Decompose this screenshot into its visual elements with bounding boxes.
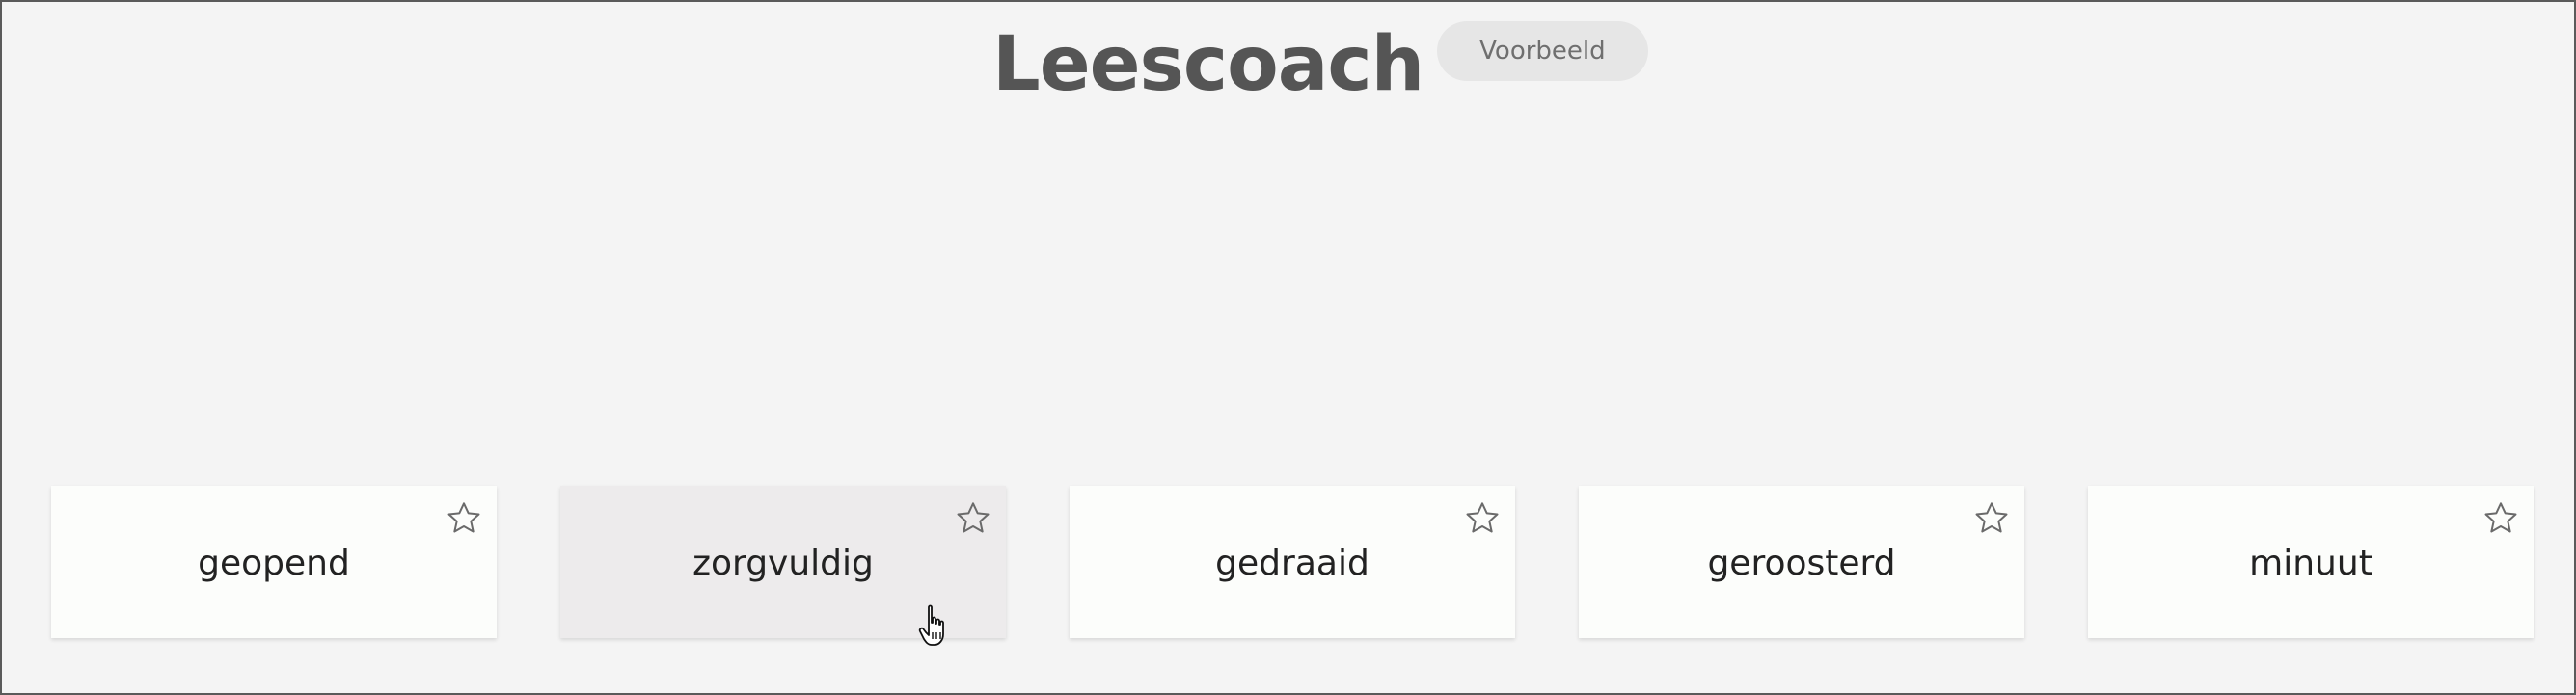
app-header: Leescoach Voorbeeld: [992, 21, 1648, 108]
hand-pointer-icon: [918, 604, 944, 646]
star-icon[interactable]: [954, 499, 992, 538]
word-card-label: zorgvuldig: [692, 543, 874, 583]
star-icon[interactable]: [2481, 499, 2520, 538]
word-card[interactable]: minuut: [2088, 486, 2534, 638]
page-title: Leescoach: [992, 21, 1424, 108]
word-card[interactable]: geroosterd: [1579, 486, 2024, 638]
word-card[interactable]: gedraaid: [1070, 486, 1515, 638]
word-card[interactable]: geopend: [51, 486, 497, 638]
star-icon[interactable]: [445, 499, 483, 538]
word-card-label: minuut: [2249, 543, 2373, 583]
star-icon[interactable]: [1972, 499, 2011, 538]
word-card-label: geroosterd: [1707, 543, 1896, 583]
word-card-label: geopend: [198, 543, 350, 583]
word-card-label: gedraaid: [1215, 543, 1369, 583]
preview-badge: Voorbeeld: [1437, 21, 1648, 81]
star-icon[interactable]: [1463, 499, 1502, 538]
